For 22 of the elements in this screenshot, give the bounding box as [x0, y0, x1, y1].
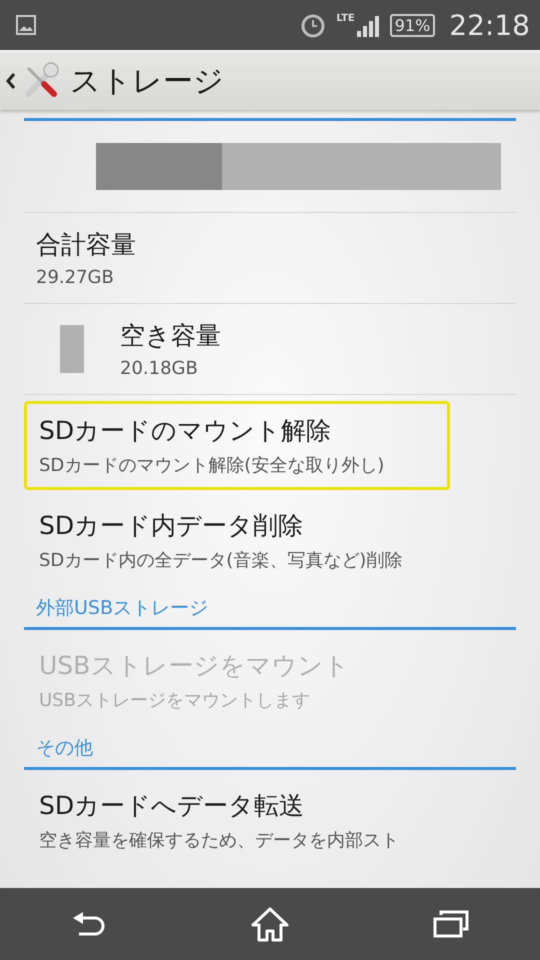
section-header: その他	[35, 736, 94, 761]
clock-time: 22:18	[449, 8, 530, 42]
screen-title: ストレージ	[70, 62, 224, 100]
settings-item[interactable]: SDカード内データ削除 SDカード内の全データ(音楽、写真など)削除	[24, 496, 450, 585]
legend-swatch	[60, 325, 84, 373]
network-type: LTE	[336, 13, 355, 24]
stat-label: 空き容量	[120, 320, 221, 352]
back-icon[interactable]	[71, 910, 108, 938]
stat-label: 合計容量	[36, 229, 136, 261]
home-icon[interactable]	[250, 906, 290, 942]
signal-icon	[356, 13, 380, 37]
battery-indicator: 91%	[390, 14, 436, 36]
back-icon[interactable]	[6, 72, 16, 90]
tools-icon	[22, 62, 60, 100]
section-header: 外部USBストレージ	[35, 596, 210, 621]
alarm-clock-icon	[300, 12, 326, 38]
stat-value: 29.27GB	[36, 267, 115, 288]
recent-apps-icon[interactable]	[432, 910, 469, 938]
stat-value: 20.18GB	[120, 358, 199, 379]
image-icon	[16, 15, 36, 35]
settings-item[interactable]: SDカードのマウント解除 SDカードのマウント解除(安全な取り外し)	[24, 401, 450, 490]
settings-item[interactable]: SDカードへデータ転送 空き容量を確保するため、データを内部スト	[24, 776, 450, 865]
